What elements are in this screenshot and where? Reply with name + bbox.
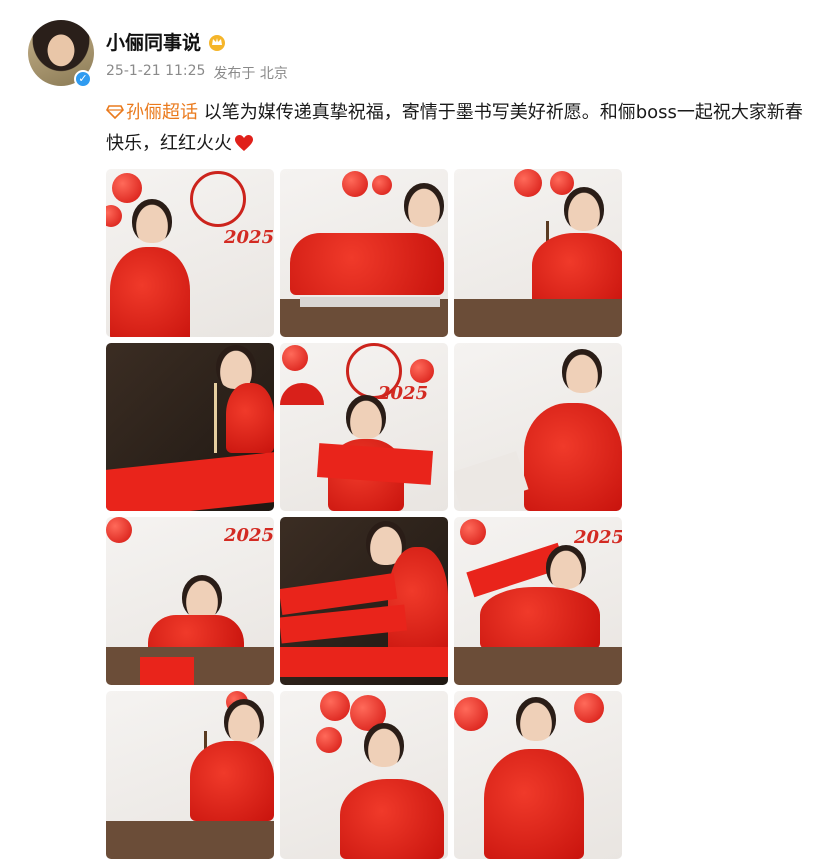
topic-label[interactable]: 孙俪超话 [126, 102, 198, 123]
username-text[interactable]: 小俪同事说 [106, 28, 201, 55]
post-text: 以笔为媒传递真挚祝福，寄情于墨书写美好祈愿。和俪boss一起祝大家新春快乐，红红… [106, 102, 803, 154]
photo-10[interactable] [106, 691, 274, 859]
photo-11[interactable] [280, 691, 448, 859]
photo-8[interactable] [280, 517, 448, 685]
photo-6[interactable] [454, 343, 622, 511]
photo-7[interactable]: 2025 [106, 517, 274, 685]
post-meta: 25-1-21 11:25 发布于 北京 [106, 63, 288, 83]
photo-grid: 2025 2025 2025 2025 [106, 169, 622, 859]
photo-5[interactable]: 2025 [280, 343, 448, 511]
diamond-topic-icon [106, 105, 124, 119]
username[interactable]: 小俪同事说 [106, 28, 227, 55]
photo-1[interactable]: 2025 [106, 169, 274, 337]
photo-12[interactable] [454, 691, 622, 859]
photo-4[interactable] [106, 343, 274, 511]
post-content: 孙俪超话 以笔为媒传递真挚祝福，寄情于墨书写美好祈愿。和俪boss一起祝大家新春… [106, 97, 806, 159]
post-source: 发布于 北京 [213, 66, 288, 82]
photo-2[interactable] [280, 169, 448, 337]
verified-badge-icon: ✓ [74, 70, 92, 88]
topic-link[interactable]: 孙俪超话 [106, 102, 198, 123]
crown-icon [209, 34, 226, 51]
photo-3[interactable] [454, 169, 622, 337]
photo-9[interactable]: 2025 [454, 517, 622, 685]
post-date: 25-1-21 11:25 [106, 63, 206, 79]
heart-icon [235, 135, 253, 151]
